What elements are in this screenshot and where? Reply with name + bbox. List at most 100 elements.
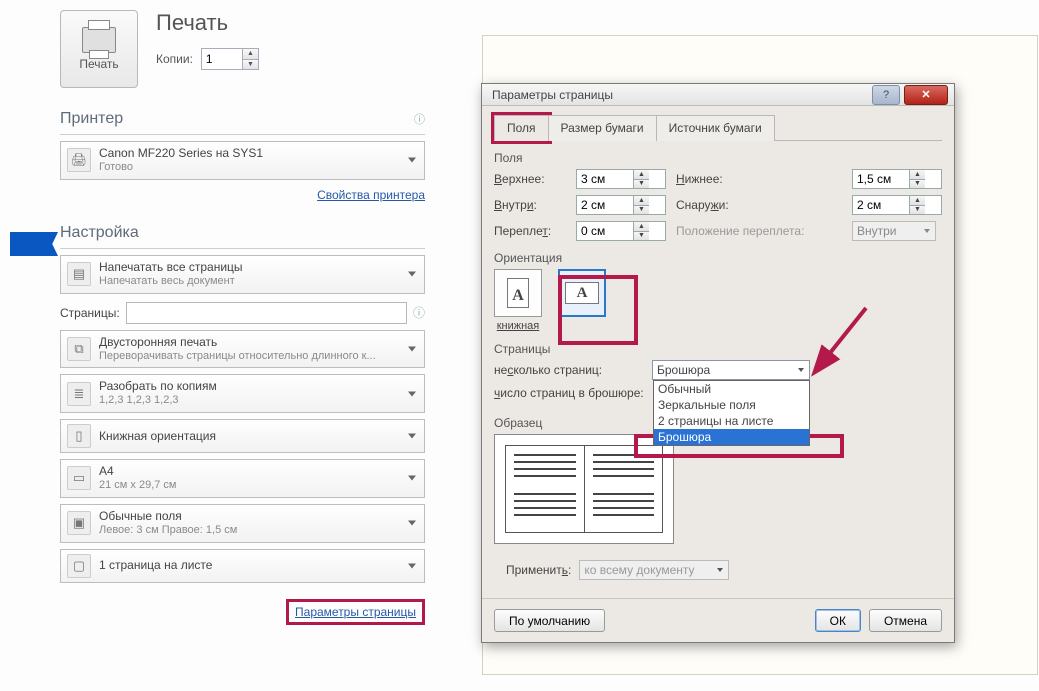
ok-button[interactable]: ОК xyxy=(815,609,861,632)
printer-name: Canon MF220 Series на SYS1 xyxy=(99,146,418,161)
gutter-pos-select: Внутри xyxy=(852,221,936,241)
close-button[interactable]: ✕ xyxy=(904,85,948,105)
gutter-input[interactable]: ▲▼ xyxy=(576,221,666,241)
chevron-down-icon xyxy=(408,346,416,351)
margin-bottom-input[interactable]: ▲▼ xyxy=(852,169,942,189)
pages-label: Страницы: xyxy=(60,306,120,320)
margin-inside-label: Внутри: xyxy=(494,198,566,212)
cancel-button[interactable]: Отмена xyxy=(869,609,942,632)
multi-pages-select[interactable]: Брошюра Обычный Зеркальные поля 2 страни… xyxy=(652,360,810,380)
dropdown-option-selected[interactable]: Брошюра xyxy=(654,429,809,445)
dropdown-option[interactable]: 2 страницы на листе xyxy=(654,413,809,429)
spin-down-icon[interactable]: ▼ xyxy=(243,60,258,70)
settings-heading: Настройка xyxy=(60,224,139,242)
orientation-select[interactable]: ▯ Книжная ориентация xyxy=(60,419,425,453)
chevron-down-icon xyxy=(408,476,416,481)
chevron-down-icon xyxy=(408,521,416,526)
tab-source[interactable]: Источник бумаги xyxy=(656,115,775,141)
multi-pages-dropdown[interactable]: Обычный Зеркальные поля 2 страницы на ли… xyxy=(653,380,810,446)
printer-properties-link[interactable]: Свойства принтера xyxy=(317,188,425,202)
paper-sublabel: 21 см x 29,7 см xyxy=(99,479,418,493)
printer-status-icon: 🖨 xyxy=(67,148,91,172)
paper-icon: ▭ xyxy=(67,466,91,490)
print-range-select[interactable]: ▤ Напечатать все страницы Напечатать вес… xyxy=(60,255,425,294)
printer-heading: Принтер xyxy=(60,110,123,128)
margins-label: Обычные поля xyxy=(99,509,418,524)
print-button-label: Печать xyxy=(79,57,118,71)
duplex-select[interactable]: ⧉ Двусторонняя печать Переворачивать стр… xyxy=(60,330,425,369)
orient-landscape[interactable]: A xyxy=(558,269,606,320)
margins-select[interactable]: ▣ Обычные поля Левое: 3 см Правое: 1,5 с… xyxy=(60,504,425,543)
duplex-icon: ⧉ xyxy=(67,337,91,361)
chevron-down-icon xyxy=(408,272,416,277)
orientation-icon: ▯ xyxy=(67,424,91,448)
copies-spinner[interactable]: ▲ ▼ xyxy=(201,48,259,70)
tab-margins[interactable]: Поля xyxy=(494,115,549,141)
info-icon[interactable]: ⓘ xyxy=(413,304,425,321)
print-panel: Печать Печать Копии: ▲ ▼ Принтер ⓘ 🖨 Can… xyxy=(60,10,425,625)
duplex-sublabel: Переворачивать страницы относительно дли… xyxy=(99,350,418,364)
gutter-label: Переплет: xyxy=(494,224,566,238)
chevron-down-icon xyxy=(408,563,416,568)
print-title: Печать xyxy=(156,10,259,36)
chevron-down-icon xyxy=(798,368,804,372)
pages-per-sheet-select[interactable]: ▢ 1 страница на листе xyxy=(60,549,425,583)
chevron-down-icon xyxy=(408,434,416,439)
chevron-down-icon xyxy=(408,158,416,163)
print-range-sublabel: Напечатать весь документ xyxy=(99,275,418,289)
ppsheet-label: 1 страница на листе xyxy=(99,558,418,573)
dialog-title: Параметры страницы xyxy=(492,88,613,102)
orient-portrait[interactable]: A книжная xyxy=(494,269,542,332)
margin-outside-label: Снаружи: xyxy=(676,198,842,212)
pages-icon: ▤ xyxy=(67,262,91,286)
defaults-button[interactable]: По умолчанию xyxy=(494,609,605,632)
dialog-titlebar[interactable]: Параметры страницы ? ✕ xyxy=(482,84,954,106)
group-orientation: Ориентация xyxy=(494,251,562,265)
highlight-box: Параметры страницы xyxy=(286,599,425,625)
margin-top-input[interactable]: ▲▼ xyxy=(576,169,666,189)
page-setup-link[interactable]: Параметры страницы xyxy=(295,605,416,619)
paper-size-select[interactable]: ▭ A4 21 см x 29,7 см xyxy=(60,459,425,498)
info-icon[interactable]: ⓘ xyxy=(414,111,425,127)
margin-outside-input[interactable]: ▲▼ xyxy=(852,195,942,215)
printer-status: Готово xyxy=(99,161,418,175)
copies-label: Копии: xyxy=(156,52,193,66)
printer-select[interactable]: 🖨 Canon MF220 Series на SYS1 Готово xyxy=(60,141,425,180)
chevron-down-icon xyxy=(717,568,723,572)
sheet-icon: ▢ xyxy=(67,554,91,578)
apply-to-label: Применить: xyxy=(506,563,571,577)
collate-icon: ≣ xyxy=(67,382,91,406)
margin-top-label: Верхнее: xyxy=(494,172,566,186)
help-button[interactable]: ? xyxy=(872,85,900,105)
group-sample: Образец xyxy=(494,416,542,430)
apply-to-select[interactable]: ко всему документу xyxy=(579,560,729,580)
group-margins: Поля xyxy=(494,151,523,165)
tab-paper[interactable]: Размер бумаги xyxy=(548,115,657,141)
apply-to-value: ко всему документу xyxy=(584,563,694,577)
paper-label: A4 xyxy=(99,464,418,479)
margin-inside-input[interactable]: ▲▼ xyxy=(576,195,666,215)
orient-portrait-label: книжная xyxy=(497,320,540,332)
page-setup-dialog: Параметры страницы ? ✕ Поля Размер бумаг… xyxy=(481,83,955,643)
margins-icon: ▣ xyxy=(67,511,91,535)
copies-input[interactable] xyxy=(202,49,242,69)
dropdown-option[interactable]: Зеркальные поля xyxy=(654,397,809,413)
tab-strip: Поля Размер бумаги Источник бумаги xyxy=(494,114,942,141)
duplex-label: Двусторонняя печать xyxy=(99,335,418,350)
booklet-sheets-label: число страниц в брошюре: xyxy=(494,386,644,400)
printer-icon xyxy=(82,27,116,53)
collate-select[interactable]: ≣ Разобрать по копиям 1,2,3 1,2,3 1,2,3 xyxy=(60,374,425,413)
pages-input[interactable] xyxy=(126,302,407,324)
print-range-label: Напечатать все страницы xyxy=(99,260,418,275)
gutter-pos-label: Положение переплета: xyxy=(676,224,842,238)
collate-sublabel: 1,2,3 1,2,3 1,2,3 xyxy=(99,394,418,408)
margin-bottom-label: Нижнее: xyxy=(676,172,842,186)
group-pages: Страницы xyxy=(494,342,550,356)
margins-sublabel: Левое: 3 см Правое: 1,5 см xyxy=(99,524,418,538)
multi-pages-label: несколько страниц: xyxy=(494,363,644,377)
print-button[interactable]: Печать xyxy=(60,10,138,88)
bookmark-tab xyxy=(10,232,58,256)
dropdown-option[interactable]: Обычный xyxy=(654,381,809,397)
spin-up-icon[interactable]: ▲ xyxy=(243,49,258,60)
orientation-label: Книжная ориентация xyxy=(99,429,418,444)
